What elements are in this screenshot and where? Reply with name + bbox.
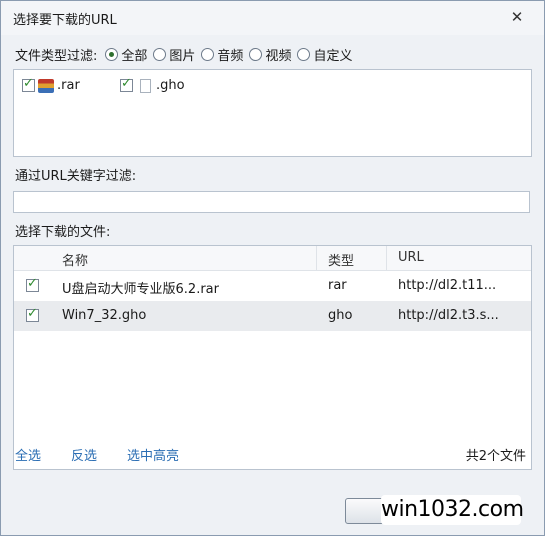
rar-archive-icon xyxy=(38,78,54,93)
type-item-rar[interactable]: .rar xyxy=(22,76,80,93)
filter-option-video[interactable]: 视频 xyxy=(249,45,291,64)
type-gho-checkbox[interactable] xyxy=(120,76,133,92)
filter-option-label: 全部 xyxy=(121,48,148,64)
filter-option-label: 图片 xyxy=(169,48,196,64)
files-label: 选择下载的文件: xyxy=(15,225,111,240)
type-rar-checkbox[interactable] xyxy=(22,76,35,92)
column-divider[interactable] xyxy=(386,246,387,270)
row-checkbox[interactable] xyxy=(26,306,39,322)
file-types-box: .rar .gho xyxy=(13,69,532,157)
filter-option-custom[interactable]: 自定义 xyxy=(297,45,352,64)
dialog-title: 选择要下载的URL xyxy=(13,13,117,28)
column-divider[interactable] xyxy=(316,246,317,270)
file-name: U盘启动大师专业版6.2.rar xyxy=(62,282,219,297)
radio-images[interactable] xyxy=(153,47,167,61)
filter-option-audio[interactable]: 音频 xyxy=(201,45,243,64)
table-row[interactable]: U盘启动大师专业版6.2.rar rar http://dl2.t11... xyxy=(14,271,531,301)
type-ext-label: .rar xyxy=(57,78,80,93)
filter-option-label: 音频 xyxy=(217,48,244,64)
type-ext-label: .gho xyxy=(156,78,185,93)
filter-option-label: 自定义 xyxy=(313,48,353,64)
file-type-filter: 文件类型过滤: 全部 图片 音频 视频 自定义 xyxy=(15,43,358,65)
title-bar: 选择要下载的URL ✕ xyxy=(1,1,544,35)
highlight-selected-link[interactable]: 选中高亮 xyxy=(127,445,179,464)
file-url: http://dl2.t11... xyxy=(398,278,497,293)
radio-audio[interactable] xyxy=(201,47,215,61)
column-header-url[interactable]: URL xyxy=(398,250,424,265)
file-url: http://dl2.t3.s... xyxy=(398,308,499,323)
column-header-name[interactable]: 名称 xyxy=(62,250,88,269)
close-icon[interactable]: ✕ xyxy=(505,6,529,28)
blank-file-icon xyxy=(140,78,151,93)
url-filter-input[interactable] xyxy=(13,191,530,213)
file-list: 名称 类型 URL U盘启动大师专业版6.2.rar rar http://dl… xyxy=(13,245,532,470)
file-type-filter-label: 文件类型过滤: xyxy=(15,48,98,64)
radio-video[interactable] xyxy=(249,47,263,61)
radio-custom[interactable] xyxy=(297,47,311,61)
filter-option-label: 视频 xyxy=(265,48,292,64)
filter-option-all[interactable]: 全部 xyxy=(105,45,147,64)
selection-actions: 全选 反选 选中高亮 xyxy=(15,445,209,464)
file-name: Win7_32.gho xyxy=(62,308,147,323)
select-all-link[interactable]: 全选 xyxy=(15,445,41,464)
table-row[interactable]: Win7_32.gho gho http://dl2.t3.s... xyxy=(14,301,531,331)
watermark: win1032.com xyxy=(381,495,524,525)
type-item-gho[interactable]: .gho xyxy=(120,76,185,93)
file-count: 共2个文件 xyxy=(465,449,526,464)
filter-option-images[interactable]: 图片 xyxy=(153,45,195,64)
url-filter-label: 通过URL关键字过滤: xyxy=(15,169,137,184)
file-type: gho xyxy=(328,308,353,323)
row-checkbox[interactable] xyxy=(26,276,39,292)
file-type: rar xyxy=(328,278,347,293)
radio-all[interactable] xyxy=(105,47,119,61)
invert-selection-link[interactable]: 反选 xyxy=(71,445,97,464)
download-url-dialog: 选择要下载的URL ✕ 文件类型过滤: 全部 图片 音频 视频 自定义 .r xyxy=(0,0,545,536)
column-header-type[interactable]: 类型 xyxy=(328,250,354,269)
file-list-header: 名称 类型 URL xyxy=(14,246,531,271)
